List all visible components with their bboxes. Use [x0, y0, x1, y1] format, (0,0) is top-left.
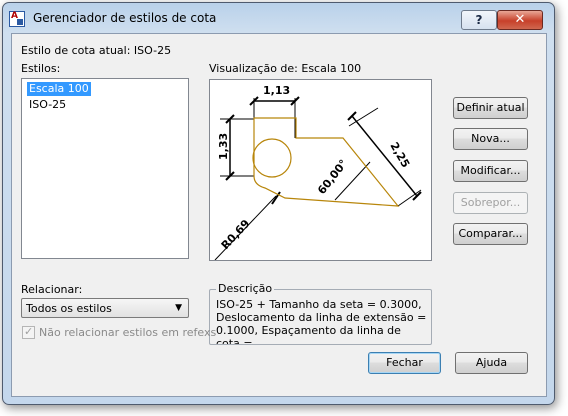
checkmark-icon: ✓ — [24, 325, 34, 338]
styles-label: Estilos: — [21, 62, 61, 75]
dim-text-top: 1,13 — [263, 84, 290, 97]
dropdown-arrow-icon: ▼ — [175, 303, 182, 313]
dim-text-angle: 60,00° — [315, 157, 350, 197]
current-style-label: Estilo de cota atual: ISO-25 — [21, 44, 172, 57]
list-filter-dropdown[interactable]: Todos os estilos ▼ — [21, 298, 189, 318]
list-item-iso-25[interactable]: ISO-25 — [27, 98, 68, 112]
description-line: 0.1000, Espaçamento da linha de cota = — [216, 324, 401, 344]
description-line: ISO-25 + Tamanho da seta = 0.3000, — [216, 298, 422, 311]
description-line: Deslocamento da linha de extensão = — [216, 311, 427, 324]
preview-drawing: 1,13 1,33 2,25 60,00° R0,69 — [214, 84, 422, 261]
modify-button[interactable]: Modificar... — [453, 160, 528, 182]
dim-text-left: 1,33 — [217, 133, 230, 160]
dimension-preview: 1,13 1,33 2,25 60,00° R0,69 — [209, 79, 432, 261]
description-text: ISO-25 + Tamanho da seta = 0.3000, Deslo… — [216, 298, 428, 344]
title-bar[interactable]: A Gerenciador de estilos de cota ? ✕ — [3, 3, 554, 33]
styles-list[interactable]: Escala 100 ISO-25 — [21, 78, 189, 259]
xref-checkbox[interactable]: ✓ — [22, 325, 35, 339]
list-filter-value: Todos os estilos — [26, 302, 112, 315]
dialog-client: Estilo de cota atual: ISO-25 Estilos: Vi… — [11, 33, 547, 397]
compare-button[interactable]: Comparar... — [453, 223, 528, 245]
description-title: Descrição — [216, 282, 275, 295]
new-button[interactable]: Nova... — [453, 128, 528, 150]
window-title: Gerenciador de estilos de cota — [33, 11, 217, 25]
override-button[interactable]: Sobrepor... — [453, 192, 528, 214]
dim-text-radius: R0,69 — [219, 217, 253, 252]
set-current-button[interactable]: Definir atual — [453, 97, 528, 119]
dim-text-diagonal: 2,25 — [387, 140, 412, 170]
list-item-escala-100[interactable]: Escala 100 — [27, 82, 91, 96]
help-title-button[interactable]: ? — [461, 10, 497, 30]
close-button[interactable]: Fechar — [368, 352, 441, 374]
list-filter-label: Relacionar: — [21, 283, 83, 296]
dialog-window: A Gerenciador de estilos de cota ? ✕ Est… — [2, 2, 555, 405]
preview-label: Visualização de: Escala 100 — [209, 62, 362, 75]
close-title-button[interactable]: ✕ — [497, 10, 543, 30]
autocad-app-icon: A — [9, 11, 25, 27]
help-button[interactable]: Ajuda — [455, 352, 528, 374]
xref-checkbox-label: Não relacionar estilos em refexs — [39, 326, 217, 339]
description-group: Descrição ISO-25 + Tamanho da seta = 0.3… — [209, 282, 432, 345]
